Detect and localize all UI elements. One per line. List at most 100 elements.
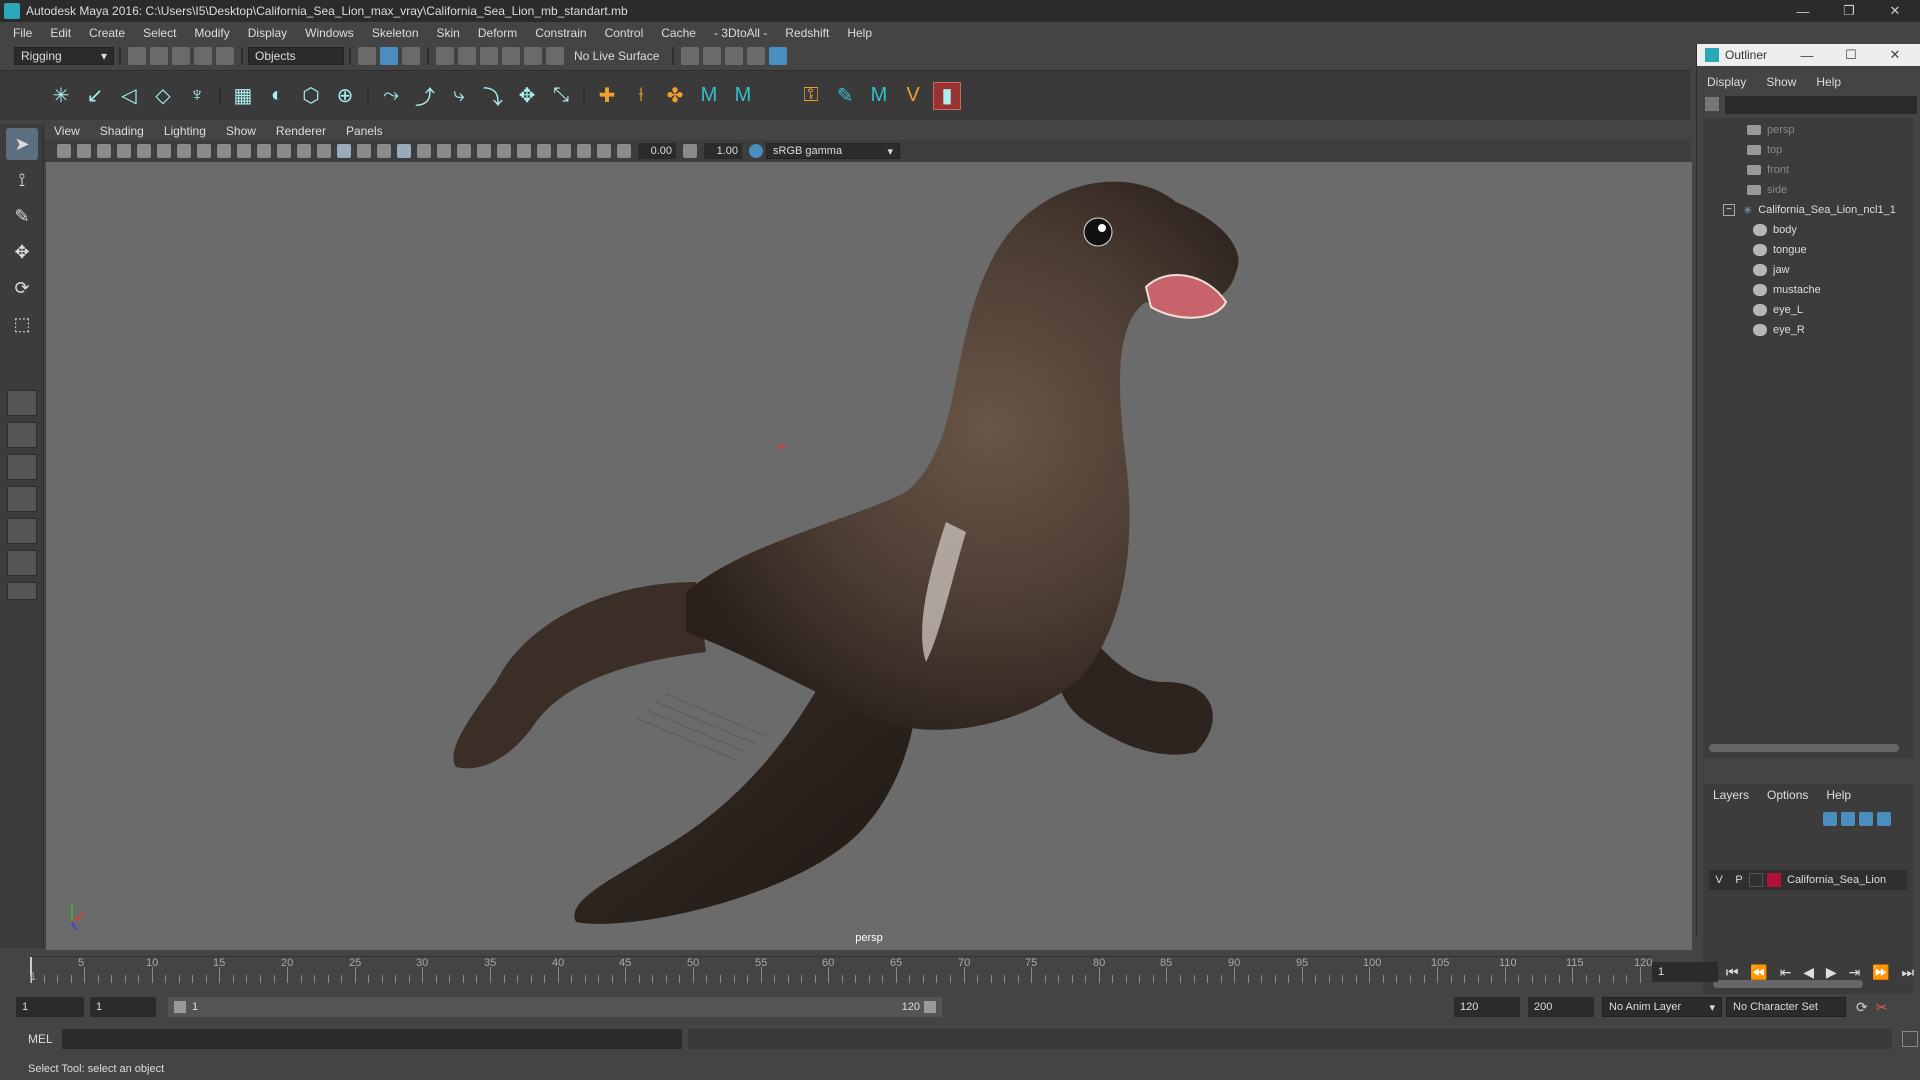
menu-redshift[interactable]: Redshift <box>776 26 838 40</box>
safe-title-icon[interactable] <box>297 144 311 158</box>
vp-menu-show[interactable]: Show <box>216 124 266 138</box>
menu-skeleton[interactable]: Skeleton <box>363 26 428 40</box>
command-input[interactable] <box>62 1029 682 1049</box>
exposure-icon[interactable] <box>617 144 631 158</box>
stacked-layout-icon[interactable] <box>7 486 37 512</box>
list-item[interactable]: persp <box>1747 120 1795 140</box>
menu-help[interactable]: Help <box>838 26 881 40</box>
point-constraint-icon[interactable]: ✚ <box>593 82 621 110</box>
menu-control[interactable]: Control <box>596 26 653 40</box>
outliner-hscrollbar[interactable] <box>1709 744 1899 752</box>
camera-attributes-icon[interactable] <box>77 144 91 158</box>
sea-lion-model[interactable] <box>46 162 1692 950</box>
isolate-select-icon[interactable] <box>537 144 551 158</box>
rotate-tool-icon[interactable]: ⟳ <box>6 272 38 304</box>
outliner-menu-show[interactable]: Show <box>1766 75 1796 89</box>
menu-windows[interactable]: Windows <box>296 26 363 40</box>
step-forward-key-icon[interactable]: ⏩ <box>1872 964 1889 981</box>
magnet-icon[interactable] <box>546 47 564 65</box>
render-settings-icon[interactable] <box>747 47 766 65</box>
copy-weights-icon[interactable]: ⤵ <box>479 82 507 110</box>
layer-type-toggle[interactable] <box>1749 873 1763 887</box>
close-button[interactable]: ✕ <box>1872 0 1918 22</box>
lasso-tool-icon[interactable]: ⟟ <box>6 164 38 196</box>
end-time-field[interactable]: 200 <box>1528 997 1594 1017</box>
maya-m3-icon[interactable]: M <box>865 82 893 110</box>
bind-skin-icon[interactable]: ⤳ <box>377 82 405 110</box>
current-frame-field[interactable]: 1 <box>1652 962 1718 982</box>
menu-skin[interactable]: Skin <box>428 26 469 40</box>
ik-handle-icon[interactable]: ◁ <box>115 82 143 110</box>
vp-menu-lighting[interactable]: Lighting <box>154 124 216 138</box>
snap-point-icon[interactable] <box>480 47 498 65</box>
field-chart-icon[interactable] <box>257 144 271 158</box>
list-item[interactable]: front <box>1747 160 1789 180</box>
safe-action-icon[interactable] <box>277 144 291 158</box>
open-scene-icon[interactable] <box>150 47 168 65</box>
paint-weights-icon[interactable]: ⤴ <box>411 82 439 110</box>
vp-menu-renderer[interactable]: Renderer <box>266 124 336 138</box>
aim-constraint-icon[interactable]: ⟊ <box>627 82 655 110</box>
motion-blur-icon[interactable] <box>477 144 491 158</box>
move-tool-icon[interactable]: ✥ <box>6 236 38 268</box>
list-item[interactable]: top <box>1747 140 1782 160</box>
step-back-frame-icon[interactable]: ⇤ <box>1780 964 1792 981</box>
list-item[interactable]: eye_R <box>1753 320 1805 340</box>
maya-m2-icon[interactable]: M <box>729 82 757 110</box>
menu-select[interactable]: Select <box>134 26 185 40</box>
redo-icon[interactable] <box>216 47 234 65</box>
layer-visibility-toggle[interactable]: V <box>1709 874 1729 886</box>
cluster-icon[interactable]: ⊕ <box>331 82 359 110</box>
anti-aliasing-icon[interactable] <box>497 144 511 158</box>
outliner-maximize-button[interactable]: ☐ <box>1831 44 1871 66</box>
default-material-icon[interactable] <box>357 144 371 158</box>
gamma-icon[interactable] <box>683 144 697 158</box>
layer-row[interactable]: V P California_Sea_Lion <box>1709 870 1907 890</box>
single-pane-layout-icon[interactable] <box>7 390 37 416</box>
menu-set-dropdown[interactable]: Rigging ▾ <box>14 47 114 65</box>
smooth-weights-icon[interactable]: ✥ <box>513 82 541 110</box>
new-scene-icon[interactable] <box>128 47 146 65</box>
camera-select-icon[interactable] <box>57 144 71 158</box>
new-layer-selected-icon[interactable] <box>1877 812 1891 826</box>
render-frame-icon[interactable] <box>703 47 722 65</box>
joint-tool-icon[interactable]: ✳ <box>47 82 75 110</box>
range-start-handle[interactable] <box>174 1001 186 1013</box>
outliner-menu-help[interactable]: Help <box>1816 75 1841 89</box>
move-layer-up-icon[interactable] <box>1823 812 1837 826</box>
outliner-close-button[interactable]: ✕ <box>1875 44 1915 66</box>
use-all-lights-icon[interactable] <box>417 144 431 158</box>
resolution-gate-icon[interactable] <box>217 144 231 158</box>
layout-more-icon[interactable] <box>7 582 37 600</box>
insert-joint-icon[interactable]: ↙ <box>81 82 109 110</box>
humanik-icon[interactable]: ♆ <box>183 82 211 110</box>
film-gate-icon[interactable] <box>197 144 211 158</box>
play-forwards-icon[interactable]: ▶ <box>1826 964 1837 981</box>
list-item[interactable]: mustache <box>1753 280 1821 300</box>
shadows-icon[interactable] <box>437 144 451 158</box>
list-item[interactable]: tongue <box>1753 240 1807 260</box>
ik-spline-icon[interactable]: ◇ <box>149 82 177 110</box>
list-item[interactable]: body <box>1753 220 1797 240</box>
select-by-hierarchy-icon[interactable] <box>358 47 376 65</box>
side-by-side-layout-icon[interactable] <box>7 454 37 480</box>
menu-display[interactable]: Display <box>239 26 296 40</box>
smooth-shade-icon[interactable] <box>337 144 351 158</box>
ipr-render-icon[interactable] <box>725 47 744 65</box>
menu-deform[interactable]: Deform <box>469 26 526 40</box>
character-set-dropdown[interactable]: No Character Set <box>1726 997 1846 1017</box>
layer-menu-options[interactable]: Options <box>1767 788 1808 802</box>
start-time-field[interactable]: 1 <box>16 997 84 1017</box>
go-to-start-icon[interactable]: ⏮ <box>1726 964 1739 981</box>
grease-pencil-icon[interactable] <box>157 144 171 158</box>
v-tool-icon[interactable]: V <box>899 82 927 110</box>
paint-select-icon[interactable]: ✎ <box>6 200 38 232</box>
playback-start-field[interactable]: 1 <box>90 997 156 1017</box>
outliner-filter-icon[interactable] <box>1705 97 1719 111</box>
play-backwards-icon[interactable]: ◀ <box>1803 964 1814 981</box>
range-end-handle[interactable] <box>924 1001 936 1013</box>
xray-components-icon[interactable] <box>597 144 611 158</box>
layer-color-swatch[interactable] <box>1767 873 1781 887</box>
layer-menu-layers[interactable]: Layers <box>1713 788 1749 802</box>
time-ruler[interactable]: 1 5 10 15 20 25 30 35 40 45 50 55 60 65 70 75 80 85 90 95 1… <box>30 956 1652 986</box>
